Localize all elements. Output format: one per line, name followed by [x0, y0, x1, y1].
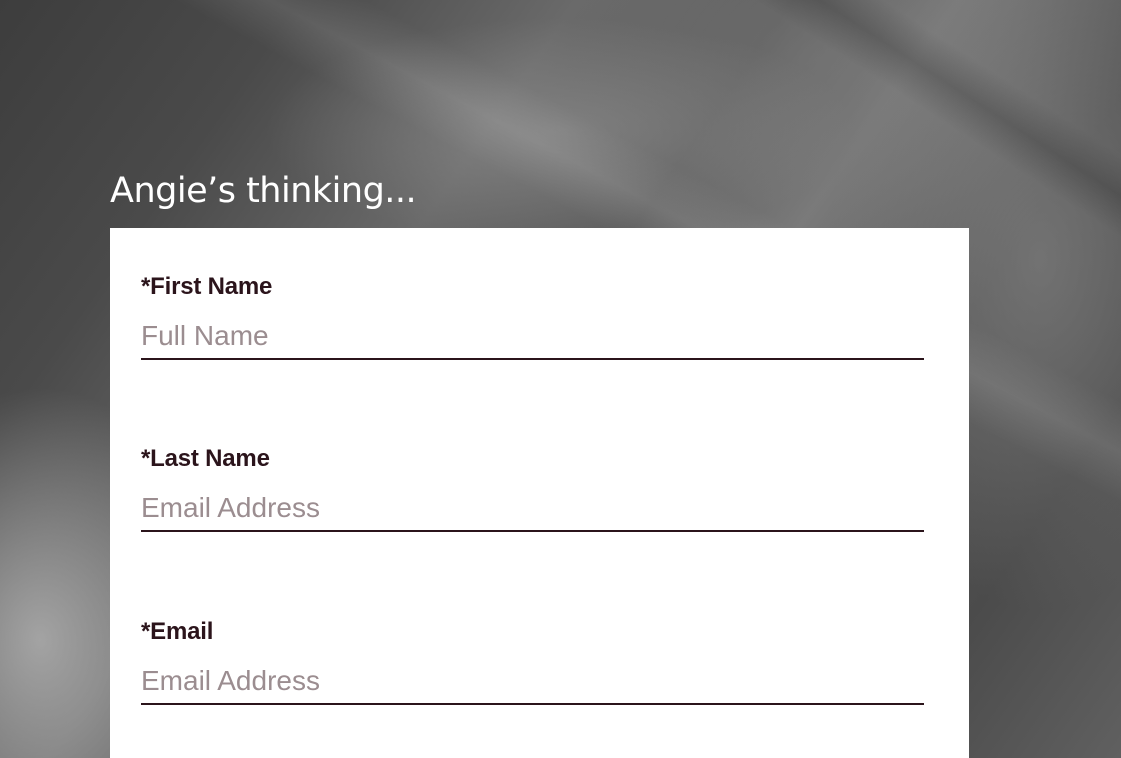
contact-form-card: *First Name *Last Name *Email: [110, 228, 969, 758]
first-name-input[interactable]: [141, 314, 924, 360]
first-name-field-group: *First Name: [141, 272, 924, 360]
last-name-field-group: *Last Name: [141, 444, 924, 532]
last-name-input[interactable]: [141, 486, 924, 532]
email-label: *Email: [141, 618, 214, 645]
email-input[interactable]: [141, 659, 924, 705]
last-name-label: *Last Name: [141, 445, 270, 472]
email-field-group: *Email: [141, 617, 924, 705]
first-name-label: *First Name: [141, 273, 273, 300]
page-heading: Angie’s thinking...: [110, 171, 417, 211]
